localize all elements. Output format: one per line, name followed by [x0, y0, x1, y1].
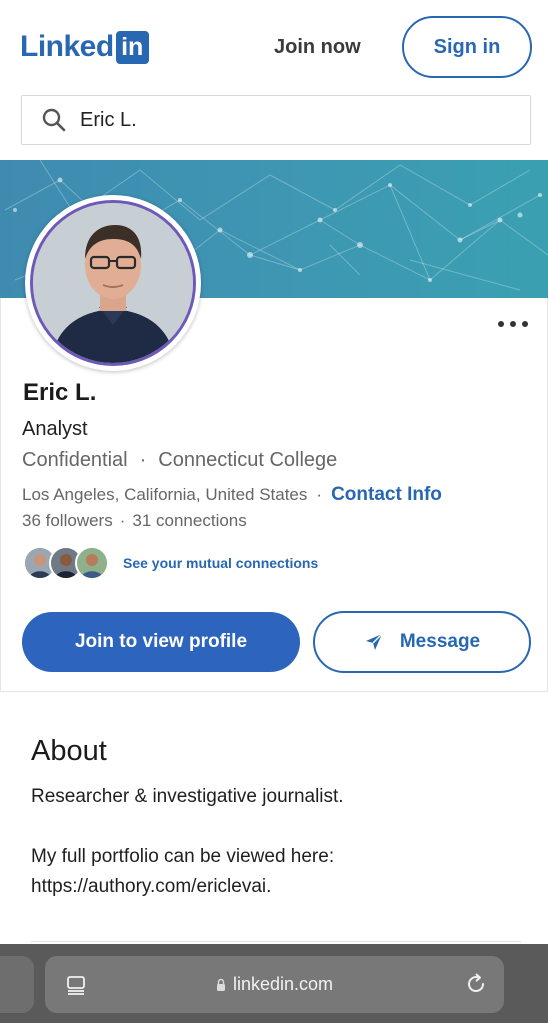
about-heading: About [31, 735, 107, 767]
profile-organizations: Confidential · Connecticut College [22, 449, 337, 472]
top-header: Linked in Join now Sign in [0, 0, 548, 95]
mutual-connections-link[interactable]: See your mutual connections [123, 555, 318, 571]
profile-location: Los Angeles, California, United States [22, 485, 308, 504]
mutual-connections[interactable]: See your mutual connections [23, 546, 318, 580]
profile-photo[interactable] [25, 195, 201, 371]
reload-icon[interactable] [464, 972, 488, 996]
profile-location-row: Los Angeles, California, United States · C… [22, 484, 442, 506]
school-name[interactable]: Connecticut College [158, 449, 337, 471]
connections-count: 31 connections [132, 511, 247, 530]
lock-icon [216, 978, 225, 991]
contact-info-link[interactable]: Contact Info [331, 484, 442, 505]
section-divider [31, 941, 521, 942]
search-input[interactable]: Eric L. [80, 109, 137, 132]
profile-stats: 36 followers · 31 connections [22, 511, 247, 531]
send-icon [365, 633, 383, 650]
previous-tab[interactable] [0, 956, 34, 1013]
message-button[interactable]: Message [313, 611, 531, 673]
address-bar[interactable]: linkedin.com [45, 956, 504, 1013]
company-name[interactable]: Confidential [22, 449, 128, 471]
search-icon [42, 108, 66, 132]
separator-dot: · [139, 449, 147, 471]
url-text: linkedin.com [232, 974, 334, 994]
join-to-view-profile-button[interactable]: Join to view profile [22, 612, 300, 672]
logo-text: Linked [20, 30, 114, 63]
followers-count: 36 followers [22, 511, 113, 530]
profile-headline: Analyst [22, 418, 88, 440]
separator-dot: · [316, 485, 323, 504]
about-text-line: https://authory.com/ericlevai. [31, 876, 272, 897]
more-options-icon[interactable] [498, 318, 528, 330]
profile-name: Eric L. [23, 379, 97, 406]
sign-in-button[interactable]: Sign in [402, 16, 532, 78]
person-portrait [33, 203, 193, 363]
mutual-avatar [75, 546, 109, 580]
separator-dot: · [119, 511, 126, 530]
message-label: Message [399, 631, 481, 652]
join-now-link[interactable]: Join now [274, 36, 361, 59]
url-display[interactable]: linkedin.com [45, 974, 504, 995]
about-text-line: Researcher & investigative journalist. [31, 786, 344, 807]
profile-photo-image [30, 200, 196, 366]
logo-in-box: in [115, 30, 149, 64]
linkedin-logo[interactable]: Linked in [20, 30, 149, 64]
about-text-line: My full portfolio can be viewed here: [31, 846, 335, 867]
search-bar[interactable]: Eric L. [21, 95, 531, 145]
